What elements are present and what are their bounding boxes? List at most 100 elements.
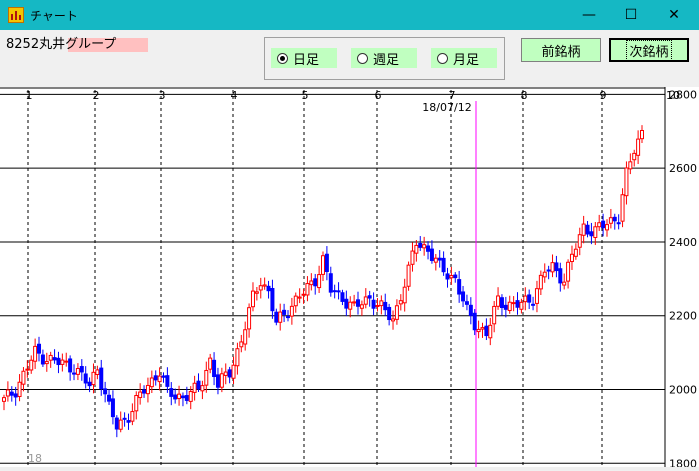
candle-body-up [636, 138, 641, 156]
candle-body-down [79, 366, 84, 373]
candle-body-down [445, 273, 450, 280]
candle-body-down [332, 290, 337, 293]
year-label: 18 [28, 452, 42, 465]
candle-body-down [426, 245, 431, 252]
month-tick-label: 3 [159, 89, 166, 102]
candle-body-down [589, 231, 594, 237]
month-tick-label: 8 [521, 89, 528, 102]
candle-body-down [169, 388, 174, 397]
candle-body-down [601, 220, 606, 229]
candle-body-up [402, 286, 407, 304]
candle-body-up [394, 305, 399, 320]
month-tick-label: 10 [666, 89, 680, 102]
candle-body-down [546, 269, 551, 272]
candle-body-down [9, 391, 14, 396]
candle-body-up [348, 301, 353, 310]
radio-weekly-indicator [357, 52, 368, 64]
candle-body-up [289, 305, 294, 317]
candle-body-down [503, 304, 508, 310]
candle-body-up [29, 359, 34, 371]
candle-body-down [515, 300, 520, 308]
candle-body-up [235, 348, 240, 367]
candle-body-up [604, 224, 609, 231]
candle-body-up [632, 152, 637, 161]
candle-body-up [379, 300, 384, 307]
candle-body-up [200, 385, 205, 392]
next-stock-button[interactable]: 次銘柄 [609, 38, 689, 62]
candle-body-down [616, 222, 621, 225]
candle-body-down [72, 372, 77, 375]
candle-body-up [538, 274, 543, 290]
candle-body-up [321, 255, 325, 275]
candle-body-up [492, 305, 497, 325]
radio-monthly[interactable]: 月足 [431, 48, 497, 68]
candle-body-down [83, 373, 88, 384]
candle-body-down [87, 381, 92, 387]
candle-body-up [75, 368, 80, 375]
candle-body-down [464, 301, 469, 305]
candle-body-up [317, 274, 322, 289]
candle-body-up [219, 373, 224, 388]
candle-body-up [278, 311, 283, 323]
cursor-date-label: 18/07/12 [422, 101, 471, 114]
candle-body-up [406, 264, 411, 287]
candle-body-down [56, 357, 61, 366]
app-chart-icon [8, 7, 24, 23]
candle-body-up [577, 234, 582, 248]
candle-body-up [250, 290, 255, 308]
price-tick-label: 2000 [669, 384, 697, 397]
month-tick-label: 6 [375, 89, 382, 102]
candle-body-down [371, 299, 376, 309]
candle-body-up [608, 217, 613, 224]
candle-body-up [480, 327, 485, 330]
minimize-icon[interactable]: — [567, 0, 611, 30]
close-icon[interactable]: ✕ [652, 0, 696, 30]
candle-body-down [558, 268, 563, 284]
prev-stock-button[interactable]: 前銘柄 [521, 38, 601, 62]
candle-body-down [40, 354, 45, 365]
candle-body-down [367, 295, 372, 299]
candle-body-up [352, 301, 357, 304]
candle-body-down [282, 309, 287, 315]
candle-body-up [309, 280, 314, 286]
candle-body-up [247, 307, 252, 330]
radio-weekly-label: 週足 [373, 52, 400, 68]
radio-monthly-indicator [437, 52, 448, 64]
candle-body-up [231, 364, 236, 379]
candle-body-up [64, 360, 69, 363]
candle-body-up [138, 391, 143, 399]
candle-body-down [383, 301, 388, 311]
candle-body-up [2, 397, 6, 402]
candlestick-chart[interactable]: 2800 2600 2400 2200 2000 1800 1 2 3 4 5 6 7 8 9 10 18/07… [0, 87, 699, 470]
candle-body-down [554, 262, 559, 272]
candle-body-up [95, 369, 100, 375]
period-selector: 日足 週足 月足 [264, 37, 505, 80]
candle-body-down [227, 369, 232, 378]
title-bar: チャート — ☐ ✕ [0, 0, 699, 30]
stock-name: 8252丸井グループ [6, 37, 117, 52]
candle-body-up [301, 293, 306, 296]
radio-daily[interactable]: 日足 [271, 48, 337, 68]
radio-weekly[interactable]: 週足 [351, 48, 417, 68]
candle-body-up [410, 250, 415, 265]
candle-body-up [569, 253, 574, 263]
candle-body-down [313, 278, 318, 287]
candle-body-up [573, 248, 578, 257]
price-tick-label: 2200 [669, 310, 697, 323]
candle-body-up [262, 284, 267, 287]
candle-body-up [640, 130, 644, 140]
candle-body-up [414, 244, 419, 254]
price-tick-label: 2400 [669, 236, 697, 249]
candle-body-up [21, 370, 26, 385]
candle-body-up [134, 395, 139, 412]
maximize-icon[interactable]: ☐ [609, 0, 653, 30]
candle-body-down [457, 279, 462, 295]
candle-body-down [173, 394, 178, 400]
candle-body-down [184, 395, 189, 401]
window-title: チャート [30, 9, 78, 23]
candle-body-down [215, 374, 220, 388]
next-stock-label: 次銘柄 [626, 39, 672, 61]
candle-body-down [142, 389, 147, 394]
toolbar: 8252丸井グループ 日足 週足 月足 前銘柄 次銘柄 [0, 30, 699, 87]
candle-body-up [562, 281, 567, 286]
